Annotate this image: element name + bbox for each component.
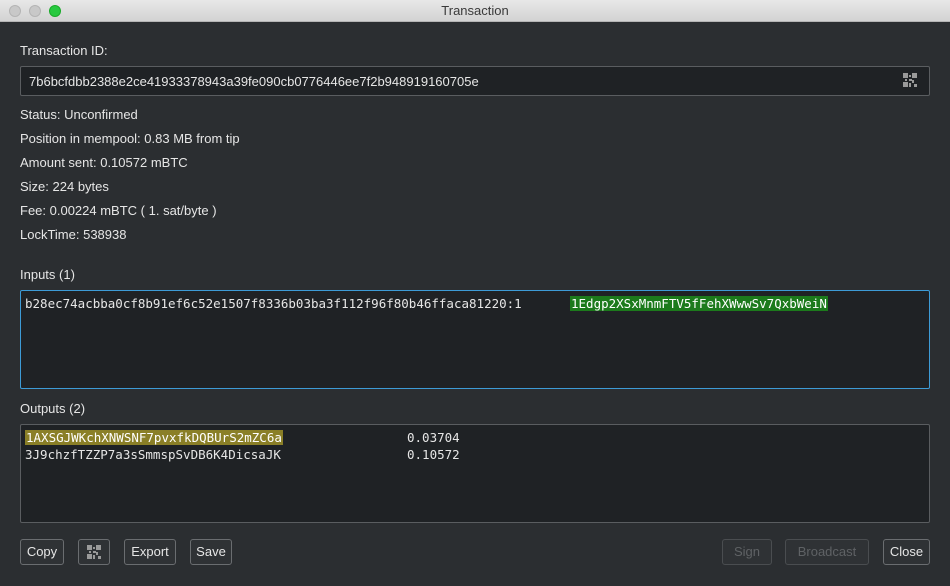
output-address: 1AXSGJWKchXNWSNF7pvxfkDQBUrS2mZC6a xyxy=(25,430,283,445)
input-address: 1Edgp2XSxMnmFTV5fFehXWwwSv7QxbWeiN xyxy=(570,296,828,311)
input-outpoint: b28ec74acbba0cf8b91ef6c52e1507f8336b03ba… xyxy=(25,296,522,311)
outputs-list[interactable]: 1AXSGJWKchXNWSNF7pvxfkDQBUrS2mZC6a 0.037… xyxy=(20,424,930,523)
transaction-id-value: 7b6bcfdbb2388e2ce41933378943a39fe090cb07… xyxy=(29,74,479,89)
transaction-id-field[interactable]: 7b6bcfdbb2388e2ce41933378943a39fe090cb07… xyxy=(20,66,930,96)
qr-code-icon xyxy=(87,545,101,559)
output-amount: 0.10572 xyxy=(407,447,460,462)
status-text: Status: Unconfirmed xyxy=(20,107,138,122)
fee-text: Fee: 0.00224 mBTC ( 1. sat/byte ) xyxy=(20,203,217,218)
input-row[interactable]: b28ec74acbba0cf8b91ef6c52e1507f8336b03ba… xyxy=(25,296,522,312)
output-row[interactable]: 1AXSGJWKchXNWSNF7pvxfkDQBUrS2mZC6a xyxy=(25,430,283,446)
input-address-row[interactable]: 1Edgp2XSxMnmFTV5fFehXWwwSv7QxbWeiN xyxy=(570,296,828,312)
qr-code-icon[interactable] xyxy=(903,73,917,87)
output-address: 3J9chzfTZZP7a3sSmmspSvDB6K4DicsaJK xyxy=(25,447,281,462)
title-bar: Transaction xyxy=(0,0,950,22)
amount-sent-text: Amount sent: 0.10572 mBTC xyxy=(20,155,188,170)
qr-code-button[interactable] xyxy=(78,539,110,565)
inputs-list[interactable]: b28ec74acbba0cf8b91ef6c52e1507f8336b03ba… xyxy=(20,290,930,389)
export-button[interactable]: Export xyxy=(124,539,176,565)
inputs-label: Inputs (1) xyxy=(20,267,75,282)
locktime-text: LockTime: 538938 xyxy=(20,227,127,242)
save-button[interactable]: Save xyxy=(190,539,232,565)
output-row[interactable]: 3J9chzfTZZP7a3sSmmspSvDB6K4DicsaJK xyxy=(25,447,281,463)
close-button[interactable]: Close xyxy=(883,539,930,565)
sign-button[interactable]: Sign xyxy=(722,539,772,565)
output-amount: 0.03704 xyxy=(407,430,460,445)
mempool-position-text: Position in mempool: 0.83 MB from tip xyxy=(20,131,240,146)
window-title: Transaction xyxy=(441,3,509,18)
broadcast-button[interactable]: Broadcast xyxy=(785,539,869,565)
transaction-id-label: Transaction ID: xyxy=(20,43,108,58)
size-text: Size: 224 bytes xyxy=(20,179,109,194)
outputs-label: Outputs (2) xyxy=(20,401,86,416)
transaction-window: Transaction Transaction ID: 7b6bcfdbb238… xyxy=(0,0,950,586)
copy-button[interactable]: Copy xyxy=(20,539,64,565)
